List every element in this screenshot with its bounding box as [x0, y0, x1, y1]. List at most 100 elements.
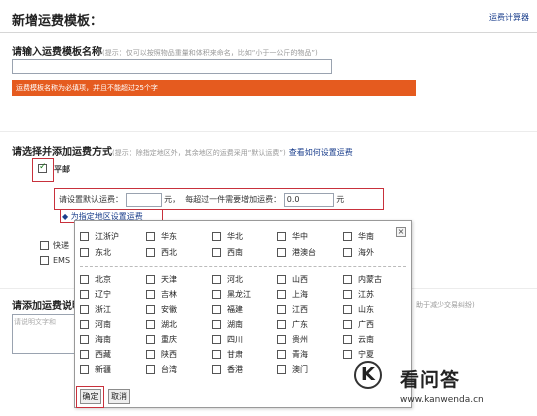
province-item[interactable]: 海南: [80, 335, 111, 345]
checkbox[interactable]: [80, 335, 89, 344]
province-item[interactable]: 台湾: [146, 365, 177, 375]
province-item[interactable]: 重庆: [146, 335, 177, 345]
freight-calculator-link[interactable]: 运费计算器: [489, 12, 529, 23]
province-item[interactable]: 山东: [343, 305, 374, 315]
province-item[interactable]: 安徽: [146, 305, 177, 315]
province-item[interactable]: 湖南: [212, 320, 243, 330]
checkbox[interactable]: [80, 248, 89, 257]
checkbox[interactable]: [146, 275, 155, 284]
checkbox[interactable]: [277, 350, 286, 359]
checkbox[interactable]: [343, 248, 352, 257]
region-group-item[interactable]: 华东: [146, 232, 177, 242]
province-item[interactable]: 贵州: [277, 335, 308, 345]
extra-fee-input[interactable]: 0.0: [283, 192, 334, 207]
province-item[interactable]: 河北: [212, 275, 243, 285]
province-item[interactable]: 江西: [277, 305, 308, 315]
region-group-item[interactable]: 海外: [343, 248, 374, 258]
checkbox[interactable]: [343, 232, 352, 241]
province-item[interactable]: 广西: [343, 320, 374, 330]
province-item[interactable]: 江苏: [343, 290, 374, 300]
checkbox[interactable]: [277, 320, 286, 329]
checkbox[interactable]: [80, 365, 89, 374]
region-group-item[interactable]: 东北: [80, 248, 111, 258]
checkbox[interactable]: [146, 232, 155, 241]
cancel-button[interactable]: 取消: [108, 389, 130, 404]
province-item[interactable]: 福建: [212, 305, 243, 315]
express-checkbox[interactable]: [40, 241, 49, 250]
province-item[interactable]: 陕西: [146, 350, 177, 360]
region-group-item[interactable]: 江浙沪: [80, 232, 119, 242]
province-item[interactable]: 辽宁: [80, 290, 111, 300]
checkbox[interactable]: [80, 290, 89, 299]
checkbox[interactable]: [343, 335, 352, 344]
confirm-button[interactable]: 确定: [80, 389, 101, 404]
province-item[interactable]: 广东: [277, 320, 308, 330]
page-title: 新增运费模板：: [12, 14, 104, 29]
province-item[interactable]: 浙江: [80, 305, 111, 315]
checkbox[interactable]: [80, 350, 89, 359]
checkbox[interactable]: [146, 335, 155, 344]
checkbox[interactable]: [343, 275, 352, 284]
express-row: 快递: [40, 240, 69, 251]
province-item[interactable]: 四川: [212, 335, 243, 345]
region-group-item[interactable]: 西南: [212, 248, 243, 258]
province-item[interactable]: 天津: [146, 275, 177, 285]
checkbox[interactable]: [277, 335, 286, 344]
province-item[interactable]: 黑龙江: [212, 290, 251, 300]
checkbox[interactable]: [277, 275, 286, 284]
checkbox[interactable]: [277, 290, 286, 299]
checkbox[interactable]: [212, 290, 221, 299]
checkbox[interactable]: [146, 365, 155, 374]
province-item[interactable]: 山西: [277, 275, 308, 285]
province-item[interactable]: 甘肃: [212, 350, 243, 360]
checkbox[interactable]: [146, 290, 155, 299]
checkbox[interactable]: [146, 350, 155, 359]
province-label: 湖北: [161, 320, 177, 329]
province-item[interactable]: 河南: [80, 320, 111, 330]
checkbox[interactable]: [212, 305, 221, 314]
region-group-item[interactable]: 港澳台: [277, 248, 316, 258]
checkbox[interactable]: [277, 305, 286, 314]
checkbox[interactable]: [212, 275, 221, 284]
checkbox[interactable]: [212, 350, 221, 359]
region-group-item[interactable]: 华中: [277, 232, 308, 242]
region-group-item[interactable]: 华南: [343, 232, 374, 242]
province-item[interactable]: 上海: [277, 290, 308, 300]
checkbox[interactable]: [343, 290, 352, 299]
province-item[interactable]: 吉林: [146, 290, 177, 300]
template-name-input[interactable]: [12, 59, 332, 74]
province-item[interactable]: 澳门: [277, 365, 308, 375]
province-item[interactable]: 湖北: [146, 320, 177, 330]
province-item[interactable]: 新疆: [80, 365, 111, 375]
province-item[interactable]: 西藏: [80, 350, 111, 360]
checkbox[interactable]: [277, 232, 286, 241]
province-item[interactable]: 香港: [212, 365, 243, 375]
checkbox[interactable]: [80, 232, 89, 241]
province-item[interactable]: 北京: [80, 275, 111, 285]
how-to-set-fee-link[interactable]: 查看如何设置运费: [289, 148, 353, 157]
checkbox[interactable]: [212, 320, 221, 329]
checkbox[interactable]: [212, 248, 221, 257]
checkbox[interactable]: [80, 275, 89, 284]
region-group-item[interactable]: 华北: [212, 232, 243, 242]
checkbox[interactable]: [212, 335, 221, 344]
checkbox[interactable]: [343, 305, 352, 314]
checkbox[interactable]: [146, 320, 155, 329]
region-group-item[interactable]: 西北: [146, 248, 177, 258]
checkbox[interactable]: [343, 320, 352, 329]
surface-mail-checkbox[interactable]: [38, 162, 47, 173]
checkbox[interactable]: [80, 320, 89, 329]
checkbox[interactable]: [80, 305, 89, 314]
checkbox[interactable]: [212, 365, 221, 374]
checkbox[interactable]: [146, 305, 155, 314]
checkbox[interactable]: [277, 248, 286, 257]
checkbox[interactable]: [146, 248, 155, 257]
close-icon[interactable]: ×: [396, 227, 406, 237]
checkbox[interactable]: [212, 232, 221, 241]
province-item[interactable]: 内蒙古: [343, 275, 382, 285]
default-fee-input[interactable]: [125, 192, 162, 207]
ems-checkbox[interactable]: [40, 256, 49, 265]
province-item[interactable]: 云南: [343, 335, 374, 345]
province-item[interactable]: 青海: [277, 350, 308, 360]
checkbox[interactable]: [277, 365, 286, 374]
